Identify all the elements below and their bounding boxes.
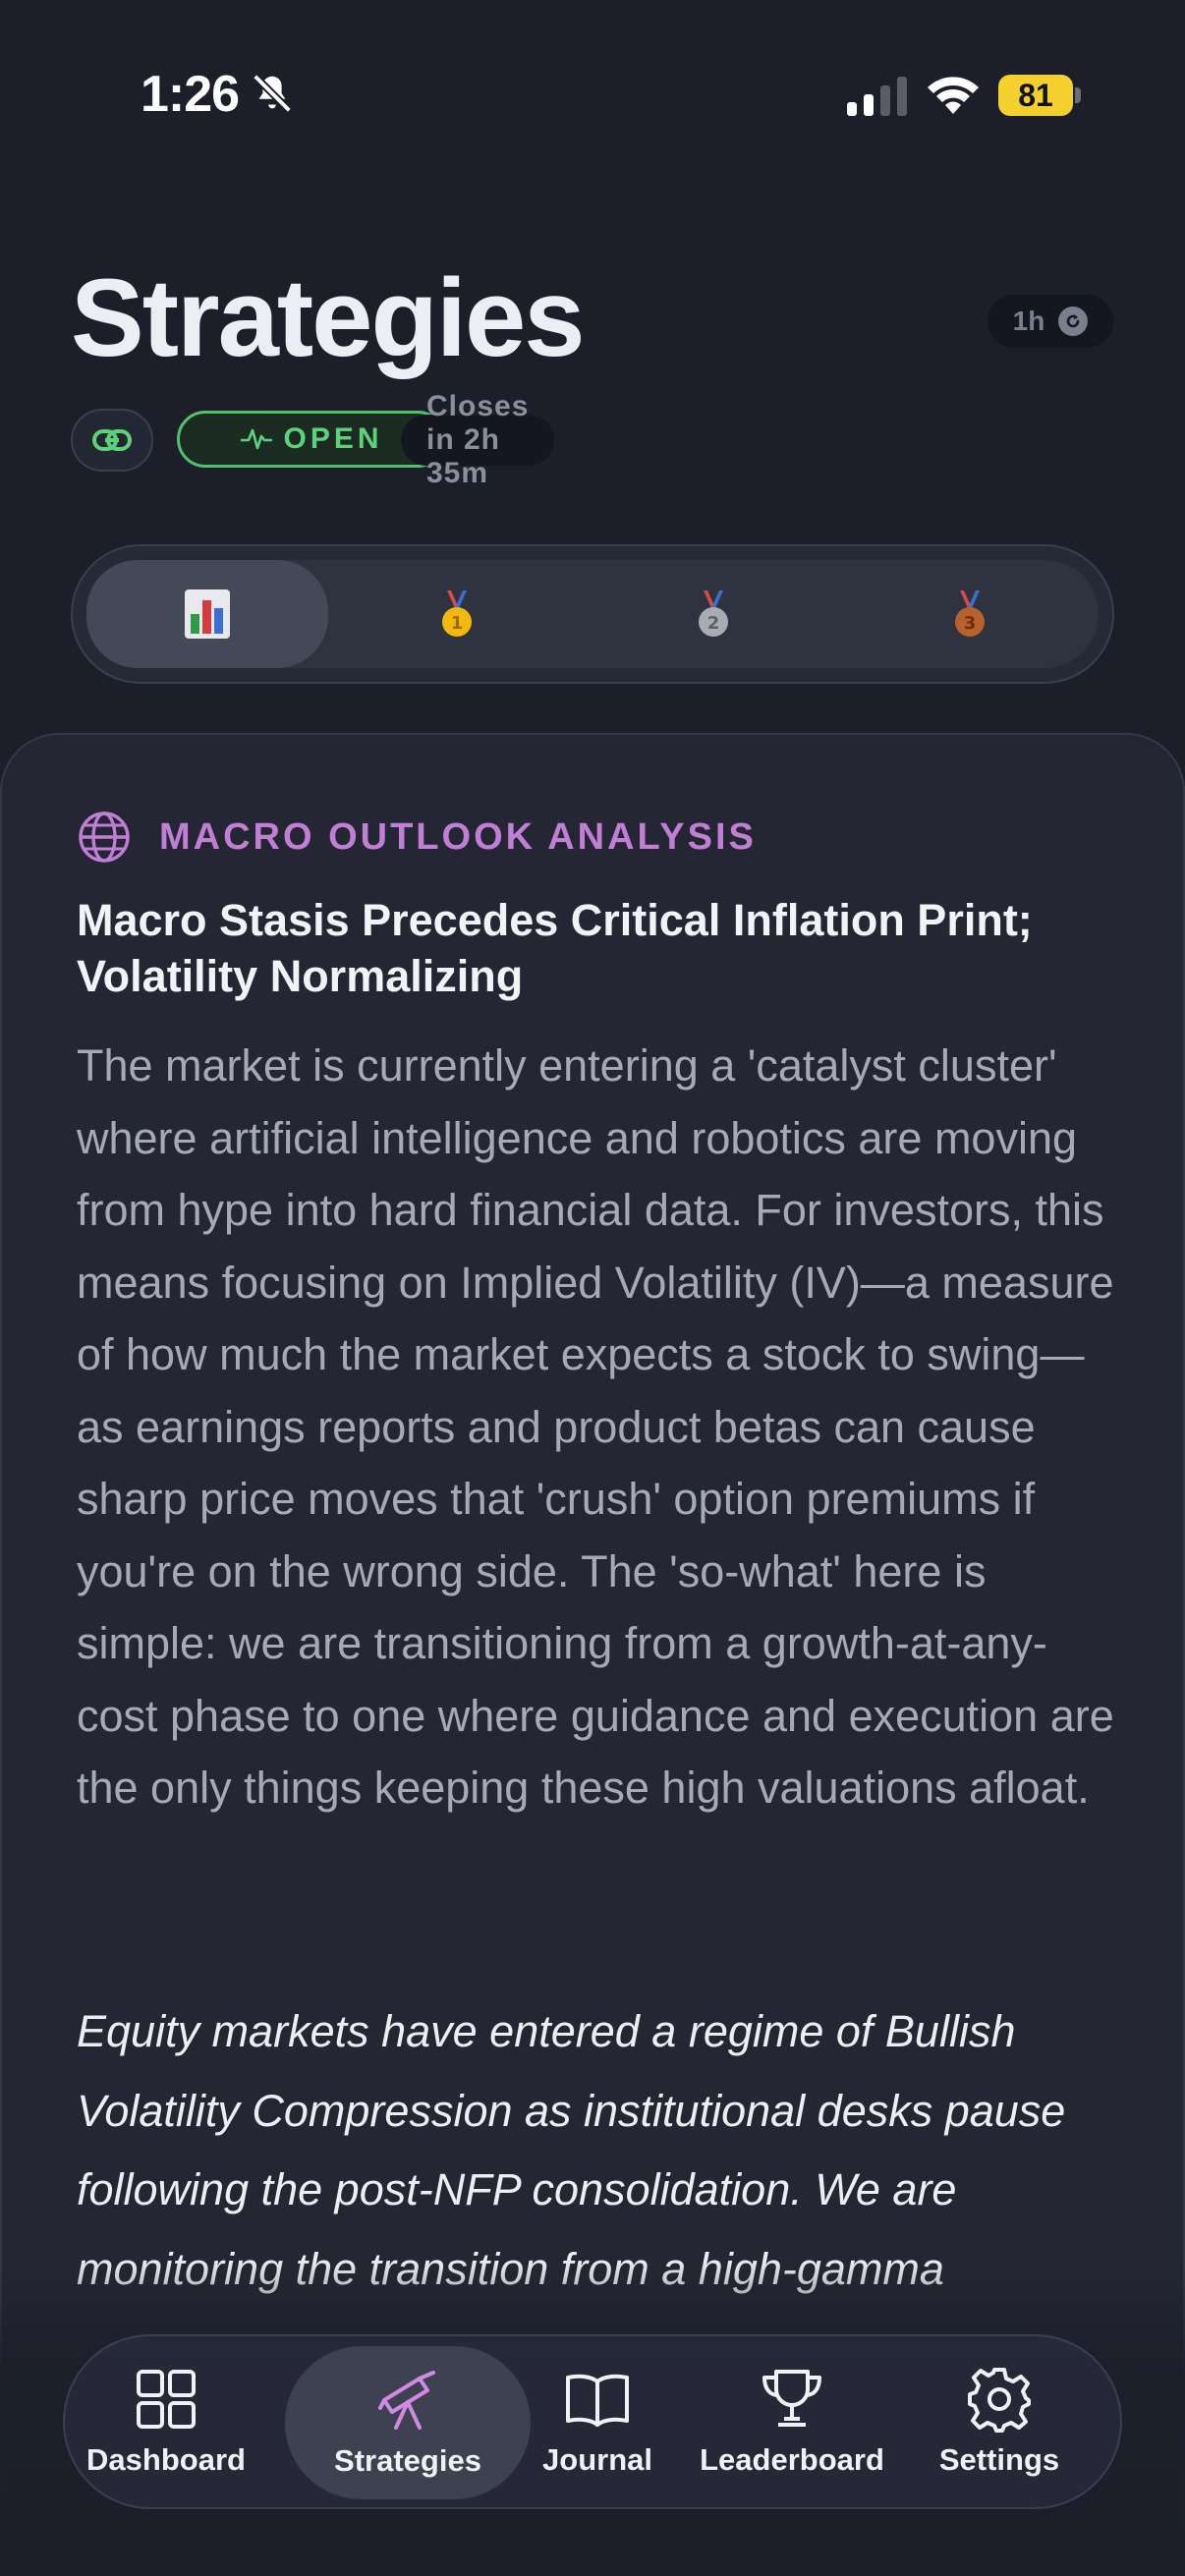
status-time: 1:26 (141, 66, 240, 123)
segment-rank-2[interactable]: 2 (585, 560, 841, 668)
closes-countdown: Closes in 2h 35m (401, 390, 555, 489)
segment-overview[interactable] (86, 560, 328, 668)
tab-dashboard[interactable]: Dashboard (86, 2336, 246, 2507)
copy-link-button[interactable] (71, 409, 153, 472)
silver-medal-icon: 2 (698, 590, 728, 637)
strategy-segment-control: 1 2 3 (71, 544, 1114, 684)
segment-rank-1[interactable]: 1 (328, 560, 585, 668)
svg-text:1: 1 (450, 613, 463, 634)
globe-icon (79, 812, 130, 863)
telescope-icon (378, 2371, 435, 2430)
tab-settings[interactable]: Settings (926, 2336, 1073, 2507)
wifi-icon (928, 77, 979, 114)
segment-rank-3[interactable]: 3 (842, 560, 1099, 668)
bottom-tab-bar: Dashboard Strategies Journal Leaderboard… (63, 2334, 1122, 2509)
refresh-icon (1058, 307, 1089, 336)
tab-journal[interactable]: Journal (538, 2336, 656, 2507)
gear-icon (968, 2368, 1031, 2433)
tab-strategies[interactable]: Strategies (285, 2346, 531, 2499)
tab-label-leaderboard: Leaderboard (700, 2442, 884, 2477)
signal-icon (847, 77, 907, 116)
pulse-icon (241, 428, 273, 450)
section-label: MACRO OUTLOOK ANALYSIS (159, 815, 757, 858)
tab-label-strategies: Strategies (334, 2443, 481, 2478)
book-icon (566, 2374, 629, 2427)
gold-medal-icon: 1 (441, 590, 472, 637)
bar-chart-icon (185, 589, 230, 639)
analysis-headline: Macro Stasis Precedes Critical Inflation… (77, 895, 1033, 1001)
market-status-label: OPEN (283, 422, 383, 455)
page-title: Strategies (71, 256, 586, 379)
trophy-icon (762, 2370, 821, 2427)
strategies-screen: 1:26 81 Strategies 1h OPEN Closes in 2h … (0, 0, 1185, 2576)
tab-leaderboard[interactable]: Leaderboard (694, 2336, 890, 2507)
interval-refresh-button[interactable]: 1h (988, 295, 1113, 348)
closes-countdown-label: Closes in 2h 35m (426, 390, 530, 489)
svg-text:2: 2 (707, 613, 720, 634)
grid-icon (137, 2370, 196, 2429)
bell-off-icon (253, 74, 292, 113)
analysis-summary: The market is currently entering a 'cata… (77, 1040, 1114, 1813)
interval-label: 1h (1012, 306, 1045, 336)
link-icon (92, 429, 132, 451)
svg-text:3: 3 (964, 613, 977, 634)
battery-icon: 81 (998, 75, 1081, 116)
bronze-medal-icon: 3 (955, 590, 986, 637)
battery-level: 81 (1018, 77, 1053, 113)
status-bar: 1:26 81 (0, 0, 1185, 157)
analysis-section-header: MACRO OUTLOOK ANALYSIS (77, 810, 757, 865)
tab-label-journal: Journal (542, 2442, 652, 2477)
tab-label-dashboard: Dashboard (86, 2442, 246, 2477)
tab-label-settings: Settings (938, 2442, 1060, 2477)
